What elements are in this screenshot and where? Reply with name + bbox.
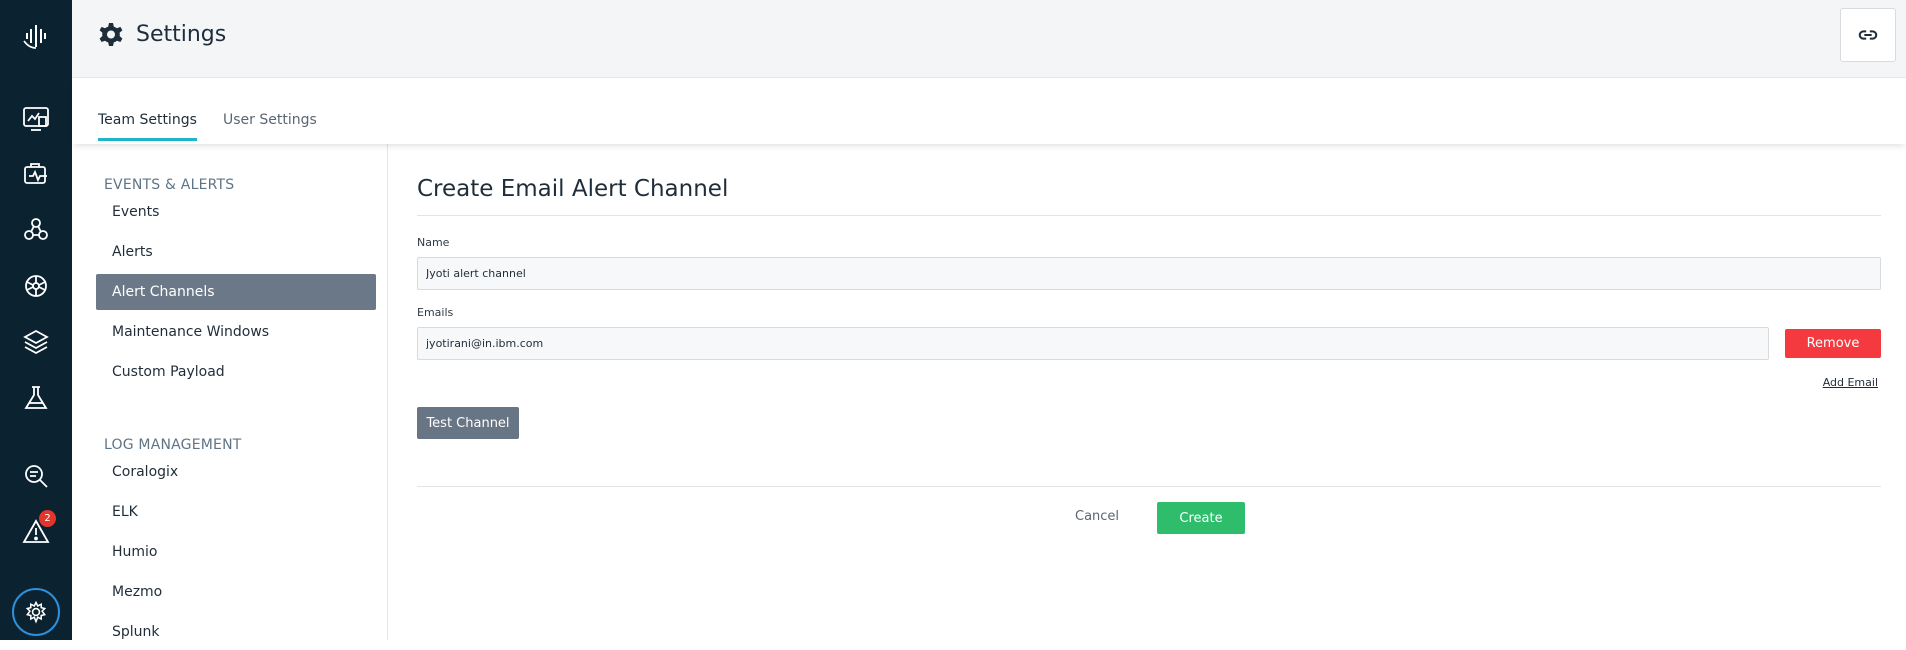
logo-icon[interactable]	[0, 12, 72, 60]
settings-sidebar: EVENTS & ALERTS Events Alerts Alert Chan…	[72, 144, 388, 640]
form-title: Create Email Alert Channel	[417, 176, 729, 202]
alert-icon[interactable]	[0, 508, 72, 556]
name-label: Name	[417, 236, 450, 249]
settings-icon[interactable]	[12, 588, 60, 636]
sidebar-item-custom-payload[interactable]: Custom Payload	[96, 354, 376, 390]
email-field[interactable]	[417, 327, 1769, 360]
settings-tabs: Team Settings User Settings	[72, 78, 1906, 144]
create-button[interactable]: Create	[1157, 502, 1245, 534]
sidebar-item-elk[interactable]: ELK	[96, 494, 376, 530]
sidebar-item-mezmo[interactable]: Mezmo	[96, 574, 376, 610]
sidebar-item-humio[interactable]: Humio	[96, 534, 376, 570]
left-rail: 2	[0, 0, 72, 640]
sidebar-item-maintenance-windows[interactable]: Maintenance Windows	[96, 314, 376, 350]
test-channel-button[interactable]: Test Channel	[417, 407, 519, 439]
sidebar-item-coralogix[interactable]: Coralogix	[96, 454, 376, 490]
kubernetes-icon[interactable]	[0, 262, 72, 310]
page-title: Settings	[136, 22, 227, 47]
dashboard-icon[interactable]	[0, 94, 72, 142]
section-title-log-management: LOG MANAGEMENT	[104, 437, 242, 453]
copy-link-button[interactable]	[1840, 8, 1896, 62]
lab-icon[interactable]	[0, 374, 72, 422]
link-icon	[1858, 30, 1878, 40]
layers-icon[interactable]	[0, 318, 72, 366]
tab-team-settings[interactable]: Team Settings	[98, 112, 197, 141]
sidebar-item-splunk[interactable]: Splunk	[96, 614, 376, 650]
gear-icon	[99, 23, 123, 46]
remove-email-button[interactable]: Remove	[1785, 329, 1881, 358]
sidebar-item-events[interactable]: Events	[96, 194, 376, 230]
sidebar-item-alert-channels[interactable]: Alert Channels	[96, 274, 376, 310]
alert-channel-form: Create Email Alert Channel Name Emails R…	[417, 144, 1881, 640]
add-email-link[interactable]: Add Email	[1823, 376, 1878, 389]
alert-count-badge: 2	[39, 510, 56, 527]
tab-user-settings[interactable]: User Settings	[223, 112, 317, 138]
topology-icon[interactable]	[0, 206, 72, 254]
emails-label: Emails	[417, 306, 454, 319]
section-title-events-alerts: EVENTS & ALERTS	[104, 177, 235, 193]
cancel-button[interactable]: Cancel	[1075, 509, 1119, 524]
sidebar-item-alerts[interactable]: Alerts	[96, 234, 376, 270]
title-divider	[417, 215, 1881, 216]
page-header: Settings	[72, 0, 1906, 78]
footer-divider	[417, 486, 1881, 487]
analyze-icon[interactable]	[0, 452, 72, 500]
monitoring-icon[interactable]	[0, 150, 72, 198]
name-field[interactable]	[417, 257, 1881, 290]
